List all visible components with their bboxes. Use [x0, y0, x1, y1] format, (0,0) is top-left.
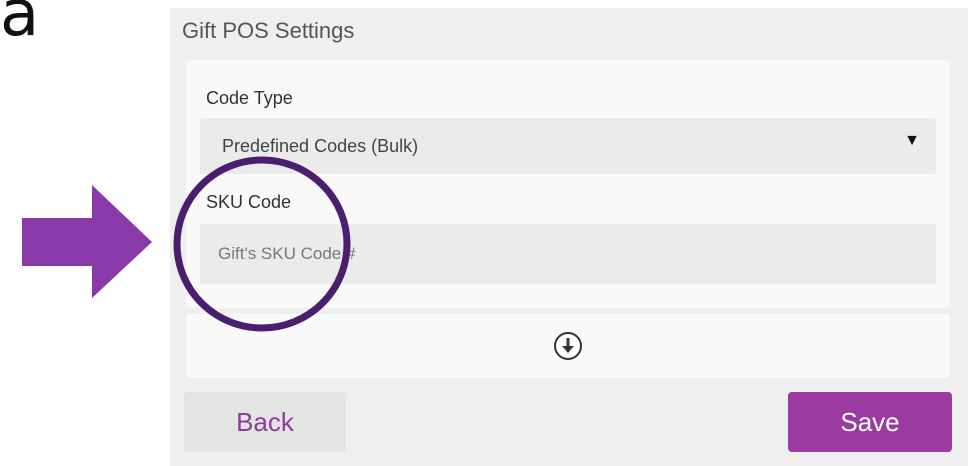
- expand-section-bar: [186, 314, 950, 378]
- right-arrow-icon: [22, 185, 152, 298]
- stray-letter: a: [0, 0, 40, 51]
- gift-pos-settings-panel: Gift POS Settings Code Type Predefined C…: [170, 8, 968, 466]
- code-type-label: Code Type: [206, 88, 293, 108]
- save-button[interactable]: Save: [788, 392, 952, 452]
- settings-card: Code Type Predefined Codes (Bulk) ▼ SKU …: [186, 60, 950, 308]
- back-button[interactable]: Back: [184, 392, 346, 452]
- panel-title: Gift POS Settings: [182, 18, 355, 43]
- sku-code-input[interactable]: [200, 224, 936, 284]
- chevron-down-icon: ▼: [904, 132, 920, 149]
- circle-arrow-down-icon[interactable]: [551, 329, 585, 363]
- sku-code-label: SKU Code: [206, 192, 292, 212]
- code-type-selected-value: Predefined Codes (Bulk): [222, 136, 419, 156]
- code-type-select[interactable]: Predefined Codes (Bulk) ▼: [200, 118, 936, 174]
